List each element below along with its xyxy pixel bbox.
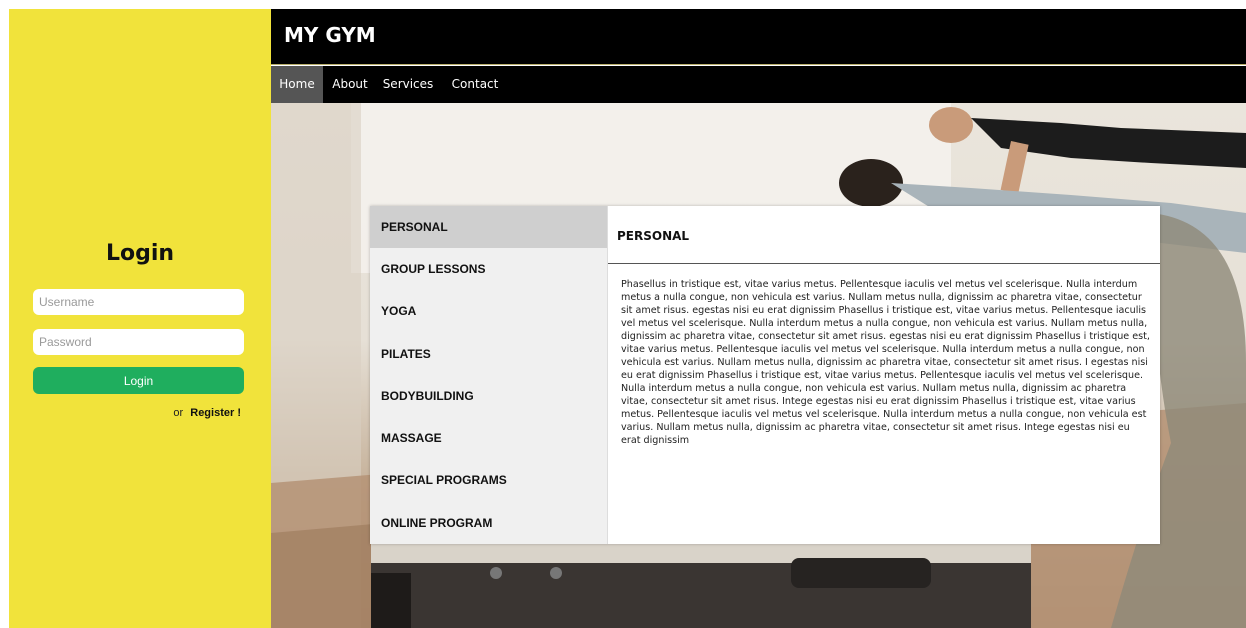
login-sidebar: Login Login or Register ! [9, 9, 271, 628]
tab-yoga[interactable]: YOGA [370, 290, 607, 332]
login-title: Login [105, 241, 175, 266]
nav-about[interactable]: About [327, 66, 373, 103]
main-nav: Home About Services Contact [271, 66, 1246, 103]
login-button[interactable]: Login [33, 367, 244, 394]
content-title: PERSONAL [617, 229, 690, 243]
content-body: Phasellus in tristique est, vitae varius… [621, 279, 1150, 446]
nav-home[interactable]: Home [271, 66, 323, 103]
page: Login Login or Register ! MY GYM Home Ab… [0, 0, 1246, 628]
tab-group-lessons[interactable]: GROUP LESSONS [370, 248, 607, 290]
register-prefix: or [173, 407, 184, 419]
nav-contact[interactable]: Contact [447, 66, 503, 103]
tab-bodybuilding[interactable]: BODYBUILDING [370, 375, 607, 417]
programs-tab-list: PERSONAL GROUP LESSONS YOGA PILATES BODY… [370, 206, 608, 544]
site-header: MY GYM [271, 9, 1246, 65]
content-divider [608, 263, 1160, 264]
password-input[interactable] [33, 329, 244, 355]
programs-panel: PERSONAL GROUP LESSONS YOGA PILATES BODY… [370, 206, 1160, 544]
site-logo[interactable]: MY GYM [284, 23, 376, 47]
tab-personal[interactable]: PERSONAL [370, 206, 607, 248]
tab-massage[interactable]: MASSAGE [370, 417, 607, 459]
nav-services[interactable]: Services [375, 66, 441, 103]
tab-online-program[interactable]: ONLINE PROGRAM [370, 502, 607, 544]
register-line: or Register ! [173, 407, 241, 419]
register-link[interactable]: Register ! [190, 407, 241, 419]
tab-special-programs[interactable]: SPECIAL PROGRAMS [370, 459, 607, 501]
tab-pilates[interactable]: PILATES [370, 333, 607, 375]
username-input[interactable] [33, 289, 244, 315]
